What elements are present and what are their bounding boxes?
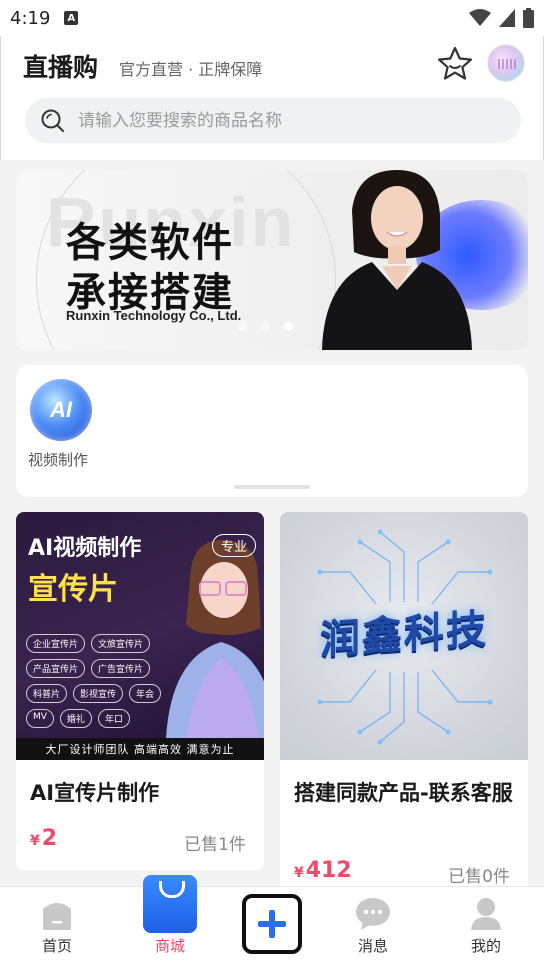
- product-price: ¥2: [30, 826, 57, 851]
- nav-mall[interactable]: 商城: [130, 875, 210, 962]
- product-title: 搭建同款产品-联系客服: [294, 781, 513, 805]
- category-label-video[interactable]: 视频制作: [28, 449, 88, 470]
- product-image-band: 大厂设计师团队 高端高效 满意为止: [16, 738, 264, 760]
- pager-dot-active[interactable]: [284, 322, 293, 331]
- search-bar[interactable]: [25, 98, 521, 143]
- status-icons: [469, 8, 534, 28]
- chip: 企业宣传片: [26, 634, 86, 653]
- chip: 文旅宣传片: [91, 634, 151, 653]
- search-icon: [41, 109, 64, 132]
- status-time: 4:19: [10, 7, 51, 29]
- currency-symbol: ¥: [294, 865, 304, 881]
- chip: 产品宣传片: [26, 659, 86, 678]
- product-sold-count: 已售1件: [184, 835, 246, 855]
- pager-dot[interactable]: [261, 322, 270, 331]
- chip: 年口: [97, 709, 130, 728]
- page-title: 直播购: [23, 53, 99, 82]
- banner-pager: [238, 322, 293, 331]
- banner-company: Runxin Technology Co., Ltd.: [66, 308, 242, 323]
- home-icon: [43, 903, 71, 930]
- nav-home[interactable]: 首页: [17, 887, 97, 962]
- chat-bubble-icon: [356, 898, 390, 930]
- nav-home-label: 首页: [41, 937, 72, 955]
- chip: 广告宣传片: [91, 659, 151, 678]
- plus-icon: [258, 910, 286, 938]
- chip: 科普片: [26, 684, 68, 703]
- chip: 婚礼: [59, 709, 92, 728]
- pager-dot[interactable]: [238, 322, 247, 331]
- header: 直播购 官方直营 · 正牌保障: [0, 36, 544, 160]
- chip: 影视宣传: [73, 684, 124, 703]
- price-value: 2: [41, 826, 58, 851]
- product-image-headline: AI视频制作: [28, 536, 142, 561]
- search-input[interactable]: [78, 110, 458, 131]
- product-sold-count: 已售0件: [448, 867, 510, 887]
- nav-mall-label: 商城: [154, 937, 185, 955]
- favorite-star-icon[interactable]: [435, 44, 475, 84]
- product-price: ¥412: [294, 858, 352, 883]
- product-image-chips: 企业宣传片 文旅宣传片 产品宣传片 广告宣传片 科普片 影视宣传 年会 MV 婚…: [26, 634, 176, 728]
- user-icon: [471, 898, 501, 930]
- notification-a-icon: A: [64, 11, 79, 25]
- product-card[interactable]: 润鑫科技 搭建同款产品-联系客服 ¥412 已售0件: [280, 512, 528, 892]
- chip: 年会: [129, 684, 162, 703]
- product-image: 润鑫科技: [280, 512, 528, 760]
- currency-symbol: ¥: [30, 833, 40, 849]
- ai-video-icon[interactable]: AI: [30, 379, 92, 441]
- page-subtitle: 官方直营 · 正牌保障: [119, 60, 263, 79]
- wifi-icon: [469, 9, 491, 26]
- price-value: 412: [305, 858, 352, 883]
- battery-icon: [523, 8, 534, 28]
- nav-messages[interactable]: 消息: [333, 887, 413, 962]
- nav-messages-label: 消息: [357, 937, 388, 955]
- product-image: AI视频制作 宣传片 专业 企业宣传片 文旅宣传片 产品宣传片 广告宣传片 科普…: [16, 512, 264, 760]
- product-card[interactable]: AI视频制作 宣传片 专业 企业宣传片 文旅宣传片 产品宣传片 广告宣传片 科普…: [16, 512, 264, 870]
- product-title: AI宣传片制作: [30, 781, 160, 805]
- banner-woman-image: [322, 170, 472, 350]
- avatar[interactable]: [487, 44, 525, 82]
- status-bar: 4:19 A: [0, 0, 544, 36]
- category-panel: AI 视频制作: [16, 365, 528, 497]
- category-scroll-indicator: [234, 485, 310, 489]
- signal-icon: [499, 9, 515, 27]
- promo-banner[interactable]: Runxin 各类软件 承接搭建 Runxin Technology Co., …: [16, 170, 528, 350]
- product-image-subhead: 宣传片: [28, 572, 118, 607]
- nav-me-label: 我的: [470, 937, 501, 955]
- add-button[interactable]: [242, 894, 302, 954]
- nav-me[interactable]: 我的: [446, 887, 526, 962]
- chip: MV: [26, 709, 54, 728]
- shopping-bag-icon: [143, 875, 197, 933]
- product-image-tag: 专业: [212, 534, 257, 557]
- product-woman-illustration: [166, 539, 264, 738]
